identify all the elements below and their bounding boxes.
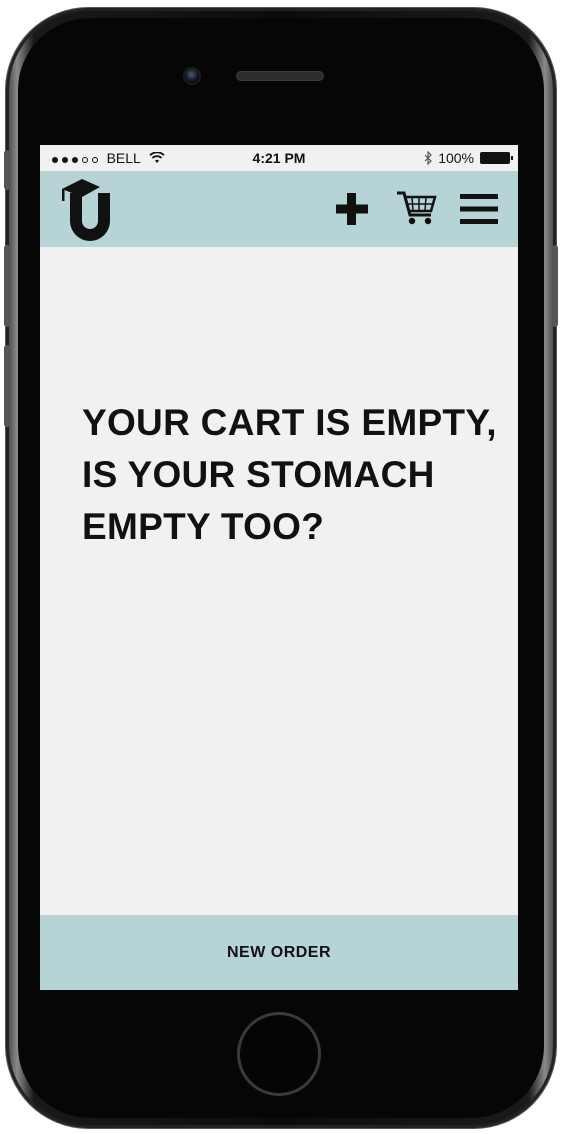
footer-bar: NEW ORDER	[40, 915, 518, 990]
volume-down-button	[4, 345, 10, 427]
menu-icon[interactable]	[458, 191, 500, 227]
app-header	[40, 171, 518, 247]
status-bar: BELL 4:21 PM 100%	[40, 145, 518, 171]
cart-icon[interactable]	[395, 187, 437, 229]
status-right: 100%	[424, 150, 513, 166]
graduation-cap-u-logo[interactable]	[60, 177, 116, 243]
battery-icon	[480, 152, 513, 164]
volume-up-button	[4, 245, 10, 327]
silent-switch	[4, 150, 10, 190]
power-button	[552, 245, 558, 327]
app-screen: BELL 4:21 PM 100% YOUR CART IS EMPTY, IS…	[40, 145, 518, 990]
earpiece-speaker	[236, 71, 324, 81]
plus-icon[interactable]	[332, 189, 372, 229]
empty-message-line: EMPTY TOO?	[82, 506, 325, 547]
front-camera	[183, 67, 201, 85]
home-button[interactable]	[237, 1012, 321, 1096]
battery-percent: 100%	[438, 150, 474, 166]
bluetooth-icon	[424, 151, 433, 165]
empty-message-line: YOUR CART IS EMPTY,	[82, 402, 497, 443]
empty-message-line: IS YOUR STOMACH	[82, 454, 435, 495]
empty-cart-message: YOUR CART IS EMPTY, IS YOUR STOMACH EMPT…	[82, 397, 502, 553]
new-order-button[interactable]: NEW ORDER	[40, 915, 518, 990]
